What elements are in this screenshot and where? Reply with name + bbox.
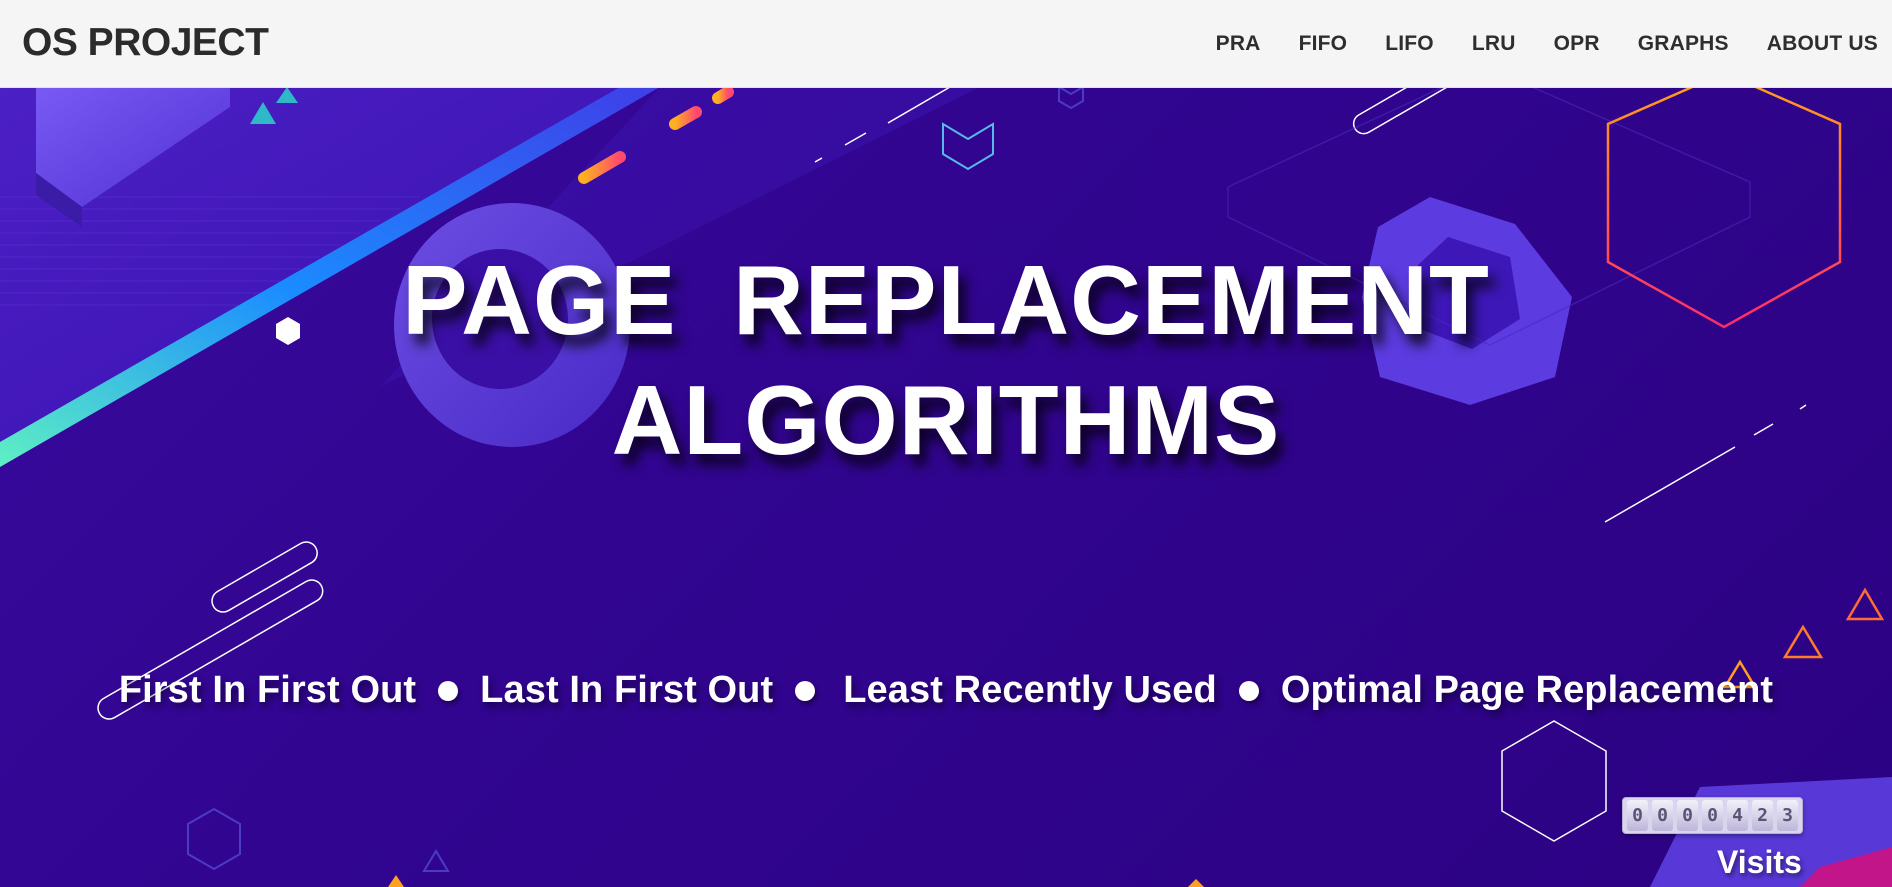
bullet-dot-icon xyxy=(795,680,816,701)
counter-digit: 0 xyxy=(1677,800,1698,831)
hero-title-line-2: ALGORITHMS xyxy=(611,365,1281,475)
nav-item-lru[interactable]: LRU xyxy=(1472,32,1516,56)
bullet-dot-icon xyxy=(438,680,459,701)
counter-digit: 0 xyxy=(1652,800,1673,831)
counter-digit: 0 xyxy=(1627,800,1648,831)
nav-item-about-us[interactable]: ABOUT US xyxy=(1767,32,1878,56)
hero-title: PAGE REPLACEMENT ALGORITHMS xyxy=(0,240,1892,480)
nav-menu: PRA FIFO LIFO LRU OPR GRAPHS ABOUT US xyxy=(1178,0,1878,87)
algorithm-list: First In First Out Last In First Out Lea… xyxy=(0,669,1892,712)
nav-item-pra[interactable]: PRA xyxy=(1216,32,1261,56)
hero-title-line-1: PAGE REPLACEMENT xyxy=(402,245,1490,355)
visits-label: Visits xyxy=(1717,844,1802,880)
counter-digit: 3 xyxy=(1777,800,1798,831)
counter-digit: 4 xyxy=(1727,800,1748,831)
counter-digit: 0 xyxy=(1702,800,1723,831)
top-navbar: OS PROJECT PRA FIFO LIFO LRU OPR GRAPHS … xyxy=(0,0,1892,88)
bullet-dot-icon xyxy=(1238,680,1259,701)
brand-logo[interactable]: OS PROJECT xyxy=(22,18,269,68)
nav-item-graphs[interactable]: GRAPHS xyxy=(1638,32,1729,56)
decorative-background xyxy=(0,87,1892,887)
nav-item-fifo[interactable]: FIFO xyxy=(1299,32,1348,56)
algorithm-lru: Least Recently Used xyxy=(843,669,1217,711)
nav-item-opr[interactable]: OPR xyxy=(1554,32,1600,56)
counter-digit: 2 xyxy=(1752,800,1773,831)
algorithm-fifo: First In First Out xyxy=(118,669,417,711)
nav-item-lifo[interactable]: LIFO xyxy=(1385,32,1434,56)
algorithm-opr: Optimal Page Replacement xyxy=(1280,669,1774,711)
visit-counter: 0 0 0 0 4 2 3 xyxy=(1622,797,1803,834)
hero-section: PAGE REPLACEMENT ALGORITHMS First In Fir… xyxy=(0,87,1892,887)
algorithm-lifo: Last In First Out xyxy=(480,669,774,711)
